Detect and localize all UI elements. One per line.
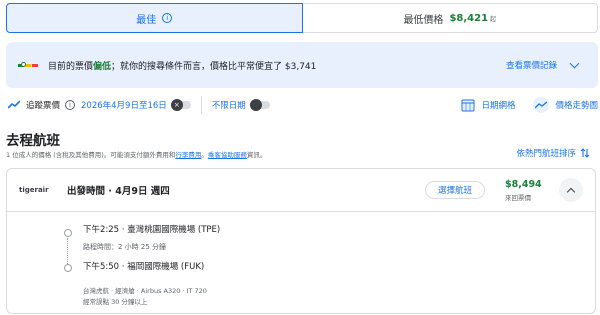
info-icon[interactable]: i <box>162 13 173 23</box>
date-grid-button[interactable]: 日期網格 <box>461 98 515 112</box>
flight-card: tigerair 出發時間 · 4月9日 週四 選擇航班 $8,494 來回票價… <box>6 168 596 314</box>
timeline-line <box>67 238 68 266</box>
toggle-icon <box>249 99 262 111</box>
calendar-grid-icon <box>461 99 475 112</box>
track-dates: 2026年4月9日至16日 <box>81 101 167 111</box>
flight-card-header[interactable]: tigerair 出發時間 · 4月9日 週四 選擇航班 $8,494 來回票價 <box>7 169 595 212</box>
chevron-up-icon <box>566 187 576 196</box>
baggage-fees-link[interactable]: 行李費用 <box>175 151 201 159</box>
price-graph-label: 價格走勢圖 <box>555 101 598 111</box>
segment-duration: 路程時間：2 小時 25 分鐘 <box>83 243 167 251</box>
price-value: $8,494 <box>505 178 542 190</box>
airline-logo: tigerair <box>19 186 61 194</box>
page-title: 去程航班 <box>6 133 60 149</box>
segment-arrival: 下午5:50 · 福岡國際機場 (FUK) <box>83 262 205 272</box>
divider <box>200 96 202 114</box>
tab-cheapest-label: 最低價格 <box>403 14 444 26</box>
graph-icon <box>533 97 550 113</box>
any-dates-label: 不限日期 <box>211 101 246 111</box>
sort-icon <box>580 148 590 158</box>
any-dates-toggle[interactable] <box>249 99 270 111</box>
sort-label: 依熱門航班排序 <box>516 149 576 159</box>
date-grid-label: 日期網格 <box>481 101 516 111</box>
arrive-dot <box>64 264 72 272</box>
tab-best-label: 最佳 <box>136 14 157 26</box>
disclaimer-prefix: 1 位成人的價格 (含稅及其他費用)。可能須支付額外費用和 <box>6 151 176 159</box>
depart-dot <box>64 229 72 237</box>
collapse-button[interactable] <box>559 178 583 202</box>
tab-cheapest-suffix: 起 <box>490 15 497 23</box>
price-meter-icon <box>18 61 38 69</box>
banner-suffix: ；就你的搜尋條件而言，價格比平常便宜了 $3,741 <box>111 61 317 72</box>
banner-prefix: 目前的票價 <box>48 61 94 72</box>
price-disclaimer: 1 位成人的價格 (含稅及其他費用)。可能須支付額外費用和行李費用。乘客協助服務… <box>6 149 266 159</box>
sort-button[interactable]: 依熱門航班排序 <box>516 147 590 159</box>
tab-cheapest-price: $8,421 <box>449 12 489 24</box>
segment-departure: 下午2:25 · 臺灣桃園國際機場 (TPE) <box>83 225 221 235</box>
passenger-assistance-link[interactable]: 乘客協助服務 <box>208 151 247 159</box>
info-icon[interactable]: i <box>65 100 76 110</box>
track-dates-toggle[interactable]: × <box>170 99 191 111</box>
price-insight-banner[interactable]: 目前的票價偏低；就你的搜尋條件而言，價格比平常便宜了 $3,741 查看票價記錄 <box>6 42 598 88</box>
departure-heading: 出發時間 · 4月9日 週四 <box>67 186 170 197</box>
track-prices-label: 追蹤票價 <box>26 101 61 111</box>
price-history-link[interactable]: 查看票價記錄 <box>506 59 557 71</box>
price-graph-button[interactable]: 價格走勢圖 <box>533 97 598 113</box>
flight-details: 台灣虎航 · 經濟艙 · Airbus A320 · IT 720 <box>83 287 207 295</box>
tab-cheapest[interactable]: 最低價格 $8,421 起 <box>302 3 598 33</box>
itinerary-timeline <box>63 229 73 272</box>
tab-best[interactable]: 最佳 i <box>6 3 303 33</box>
price-level: 偏低 <box>93 61 112 72</box>
price-type: 來回票價 <box>505 193 531 202</box>
trend-icon <box>8 100 20 109</box>
airline-logo-text: tigerair <box>19 186 49 194</box>
flight-price: $8,494 來回票價 <box>505 179 547 202</box>
view-options: 日期網格 價格走勢圖 <box>461 97 598 113</box>
price-insight-text: 目前的票價偏低；就你的搜尋條件而言，價格比平常便宜了 $3,741 <box>48 59 506 72</box>
sort-tabs: 最佳 i 最低價格 $8,421 起 <box>6 3 598 33</box>
toggle-icon: × <box>170 99 183 111</box>
tracking-bar: 追蹤票價 i 2026年4月9日至16日 × 不限日期 日期網格 價格走勢圖 <box>6 94 598 116</box>
delay-note: 經常誤點 30 分鐘以上 <box>83 298 148 306</box>
chevron-down-icon[interactable] <box>569 58 580 68</box>
disclaimer-suffix: 資訊。 <box>246 151 267 159</box>
select-flight-button[interactable]: 選擇航班 <box>424 181 485 199</box>
